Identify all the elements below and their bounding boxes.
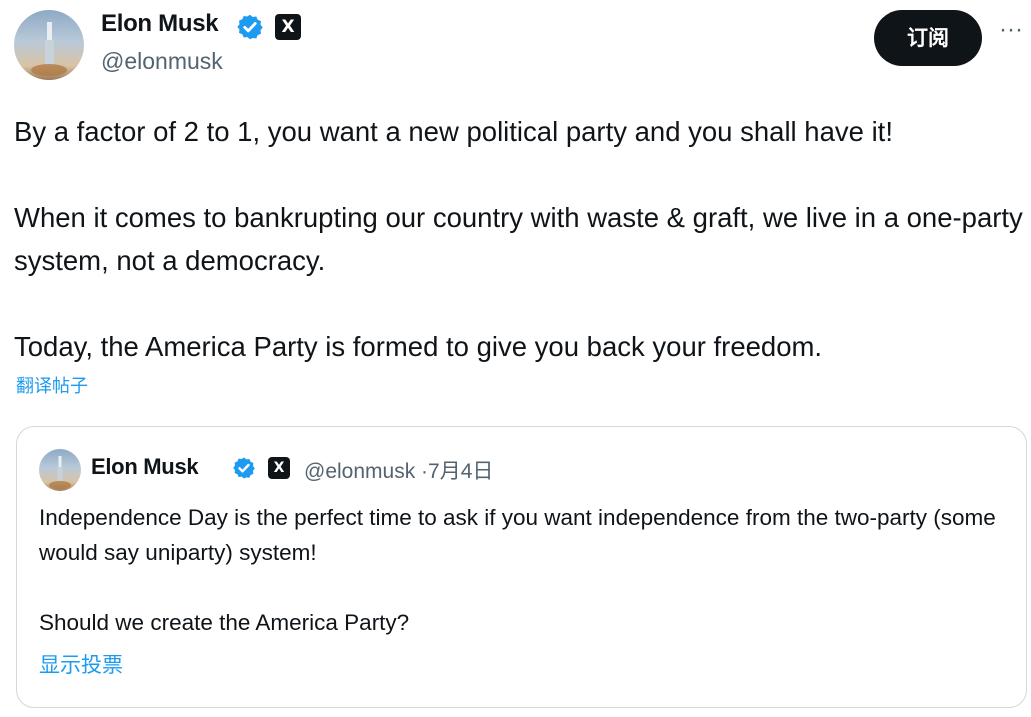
meta-separator: · — [421, 460, 429, 483]
subscribe-button[interactable]: 订阅 — [874, 10, 982, 66]
quoted-author-name[interactable]: Elon Musk — [91, 454, 199, 480]
author-avatar[interactable] — [14, 10, 84, 80]
show-poll-link[interactable]: 显示投票 — [39, 649, 123, 679]
post-paragraph: Today, the America Party is formed to gi… — [14, 331, 823, 362]
translate-post-link[interactable]: 翻译帖子 — [16, 372, 88, 398]
quoted-post-card[interactable]: Elon Musk X @elonmusk ·7月4日 Independence… — [16, 426, 1027, 708]
author-handle[interactable]: @elonmusk — [101, 48, 223, 75]
more-options-icon[interactable]: ··· — [996, 18, 1026, 48]
x-logo-badge: X — [268, 457, 290, 479]
post-paragraph: When it comes to bankrupting our country… — [14, 202, 1023, 276]
author-name[interactable]: Elon Musk — [101, 10, 219, 38]
post-paragraph: By a factor of 2 to 1, you want a new po… — [14, 116, 893, 147]
rocket-avatar-image — [31, 22, 67, 76]
quoted-paragraph: Should we create the America Party? — [39, 610, 410, 635]
quoted-author-avatar[interactable] — [39, 449, 81, 491]
x-logo-badge: X — [275, 14, 301, 40]
quoted-post-date[interactable]: 7月4日 — [428, 460, 493, 483]
quoted-author-handle[interactable]: @elonmusk — [304, 460, 415, 483]
verified-badge-icon — [237, 14, 263, 40]
quoted-paragraph: Independence Day is the perfect time to … — [39, 505, 996, 565]
quoted-post-text: Independence Day is the perfect time to … — [39, 500, 1009, 640]
verified-badge-icon — [233, 457, 255, 479]
rocket-avatar-image — [49, 456, 71, 489]
post-text: By a factor of 2 to 1, you want a new po… — [14, 110, 1029, 368]
quoted-post-meta: @elonmusk ·7月4日 — [304, 455, 493, 485]
